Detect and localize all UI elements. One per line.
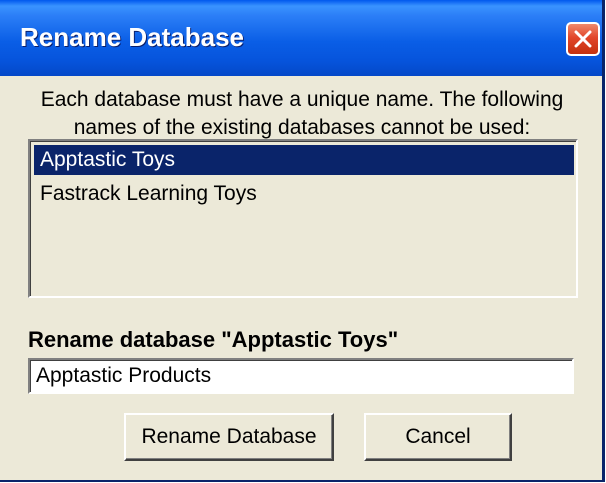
close-icon (574, 30, 592, 48)
rename-database-dialog: Rename Database Each database must have … (0, 0, 605, 482)
existing-databases-list[interactable]: Apptastic Toys Fastrack Learning Toys (28, 139, 578, 298)
close-button[interactable] (566, 22, 600, 56)
cancel-button[interactable]: Cancel (364, 413, 512, 461)
instruction-message: Each database must have a unique name. T… (24, 86, 580, 142)
list-item-fastrack-learning-toys[interactable]: Fastrack Learning Toys (34, 179, 574, 209)
new-name-input[interactable] (28, 358, 574, 394)
rename-database-button[interactable]: Rename Database (124, 413, 334, 461)
message-line-1: Each database must have a unique name. T… (40, 88, 564, 111)
rename-label: Rename database "Apptastic Toys" (28, 327, 399, 352)
list-item-apptastic-toys[interactable]: Apptastic Toys (34, 145, 574, 175)
message-line-2: names of the existing databases cannot b… (73, 116, 531, 139)
title-bar[interactable]: Rename Database (0, 0, 602, 76)
dialog-title: Rename Database (20, 22, 244, 52)
